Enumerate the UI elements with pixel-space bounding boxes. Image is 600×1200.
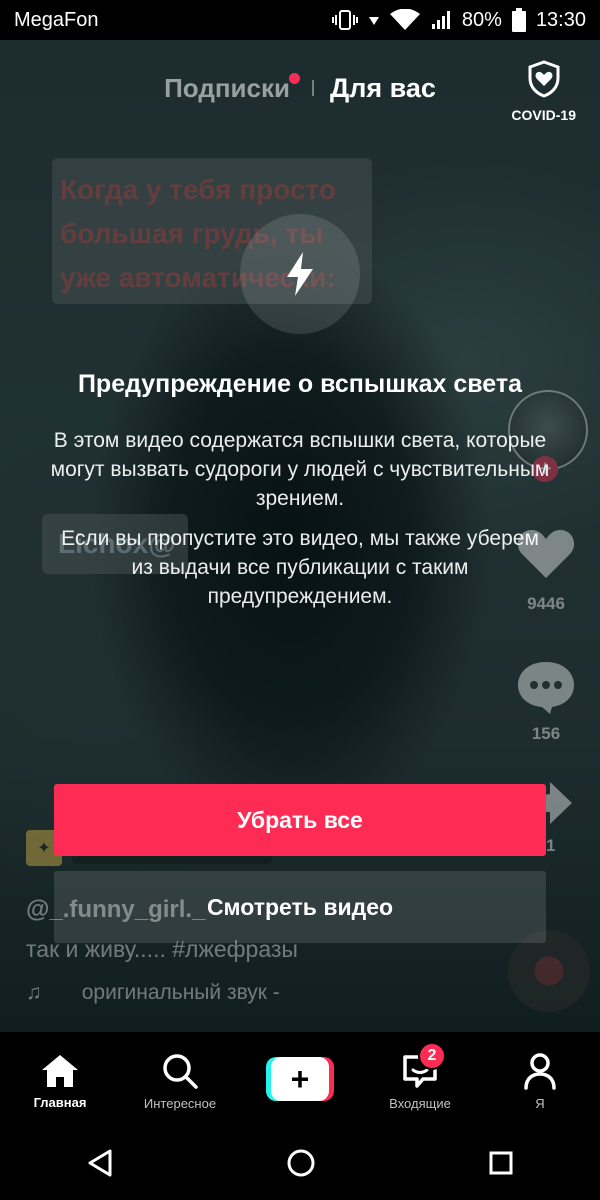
back-icon[interactable] [86, 1148, 114, 1183]
sound-row[interactable]: ♫ оригинальный звук - [26, 981, 298, 1005]
battery-icon [511, 8, 526, 32]
feed-tabs: Подписки Для вас [0, 68, 600, 108]
home-icon [42, 1054, 78, 1087]
tab-profile-label: Я [535, 1095, 545, 1111]
vibrate-icon [331, 9, 358, 31]
flash-icon-circle [240, 214, 360, 334]
wifi-icon [389, 9, 420, 31]
caption-line: Когда у тебя просто [60, 174, 336, 205]
warning-title: Предупреждение о вспышках света [77, 370, 523, 398]
tab-following-label: Подписки [164, 72, 290, 103]
system-nav-bar [0, 1130, 600, 1200]
tab-following[interactable]: Подписки [164, 72, 300, 104]
remove-all-button[interactable]: Убрать все [54, 784, 546, 856]
notification-dot [288, 72, 300, 84]
comment-icon [518, 662, 574, 714]
tab-for-you[interactable]: Для вас [330, 73, 436, 104]
tab-home[interactable]: Главная [0, 1032, 120, 1130]
music-note-icon: ♫ [26, 981, 42, 1004]
status-icons: 80% 13:30 [331, 8, 586, 32]
tab-discover[interactable]: Интересное [120, 1032, 240, 1130]
lightning-icon [287, 252, 313, 296]
shield-heart-icon [527, 60, 561, 103]
carrier-label: MegaFon [14, 8, 99, 31]
sound-name: оригинальный звук - [81, 981, 280, 1004]
screen: MegaFon 80% 13:30 Когда у тебя просто бо… [0, 0, 600, 1200]
home-circle-icon[interactable] [286, 1148, 316, 1183]
warning-paragraph-2: Если вы пропустите это видео, мы также у… [61, 527, 539, 608]
comment-button[interactable] [514, 658, 578, 721]
data-arrow-icon [368, 13, 380, 27]
status-bar: MegaFon 80% 13:30 [0, 0, 600, 40]
tab-inbox-label: Входящие [389, 1095, 451, 1111]
tab-discover-label: Интересное [143, 1095, 217, 1111]
bottom-tab-bar: Главная Интересное + 2 Входящие Я [0, 1032, 600, 1130]
comment-count: 156 [531, 724, 561, 743]
tab-create[interactable]: + [240, 1032, 360, 1130]
plus-icon: + [271, 1057, 329, 1101]
tab-inbox[interactable]: 2 Входящие [360, 1032, 480, 1130]
tab-home-label: Главная [33, 1094, 87, 1110]
battery-percent: 80% [461, 8, 502, 31]
search-icon [163, 1053, 198, 1089]
recents-square-icon[interactable] [488, 1150, 514, 1181]
inbox-badge: 2 [418, 1042, 446, 1070]
covid-button[interactable]: COVID-19 [511, 60, 576, 123]
tab-divider [311, 80, 314, 96]
signal-icon [430, 9, 452, 31]
tab-profile[interactable]: Я [480, 1032, 600, 1130]
create-button[interactable]: + [266, 1057, 334, 1101]
watch-video-button[interactable]: Смотреть видео [54, 871, 546, 943]
warning-paragraph-1: В этом видео содержатся вспышки света, к… [50, 429, 550, 510]
covid-label: COVID-19 [511, 107, 576, 123]
clock: 13:30 [535, 8, 586, 31]
profile-icon [524, 1052, 556, 1090]
